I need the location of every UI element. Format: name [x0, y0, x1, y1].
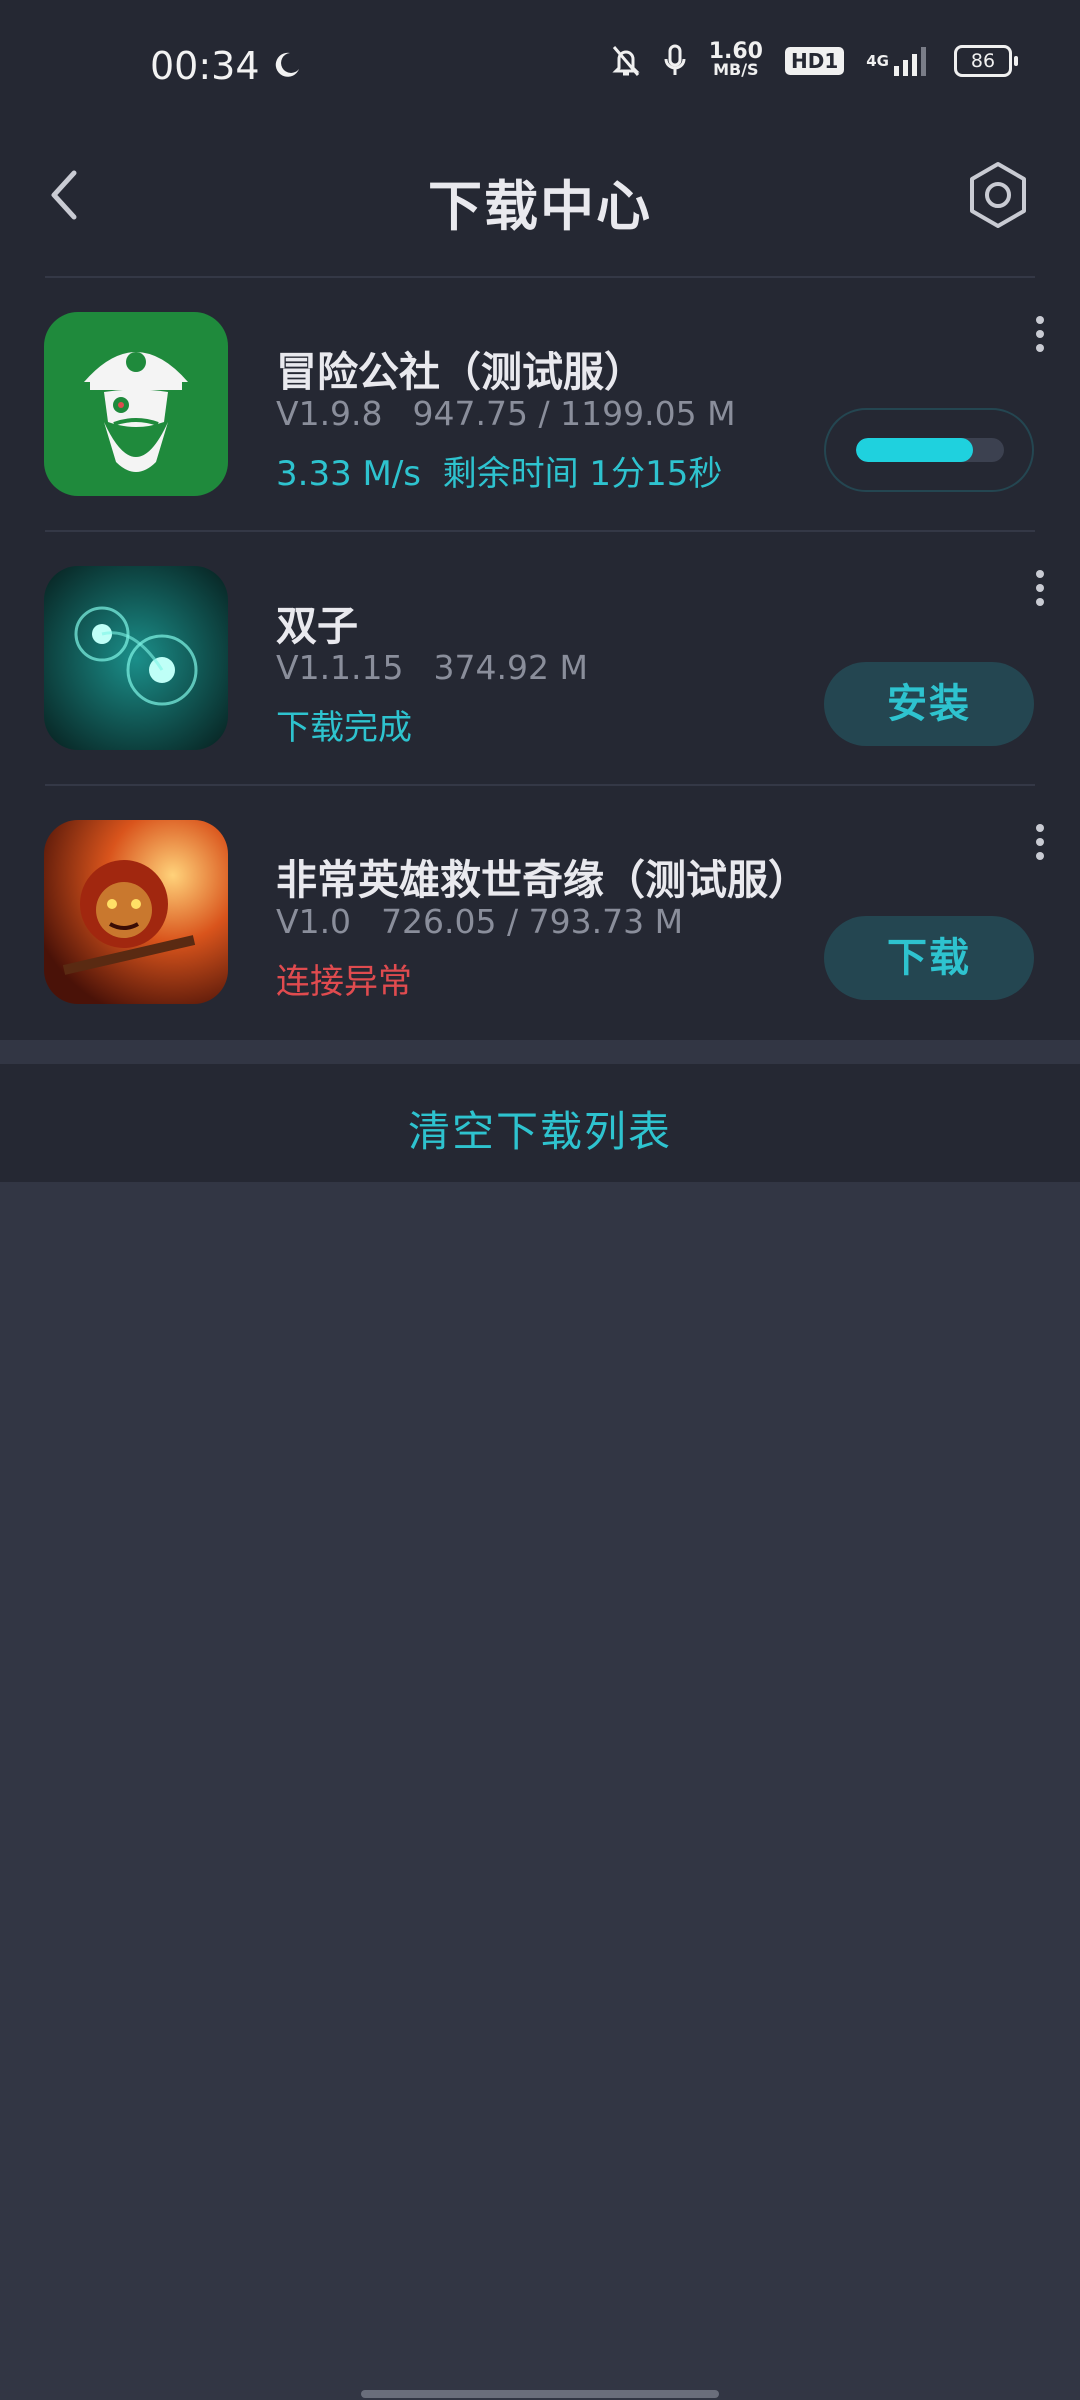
more-options-icon[interactable]: [1034, 570, 1046, 610]
bell-off-icon: [611, 44, 641, 78]
pirate-icon: [44, 312, 228, 496]
progress-fill: [856, 438, 973, 462]
monkey-king-icon: [44, 820, 228, 1004]
net-speed-value: 1.60: [708, 39, 763, 64]
app-name: 非常英雄救世奇缘（测试服）: [276, 856, 809, 904]
signal-icon: 4G: [866, 44, 932, 78]
microphone-icon: [663, 44, 687, 78]
download-item[interactable]: 双子 V1.1.15 374.92 M 下载完成 安装: [0, 530, 1080, 784]
section-gap: [0, 1040, 1080, 1064]
clear-list-label: 清空下载列表: [407, 1107, 672, 1156]
app-meta: V1.0 726.05 / 793.73 M: [276, 902, 683, 941]
progress-track: [856, 438, 1004, 462]
app-header: 下载中心: [0, 130, 1080, 276]
twin-orbs-icon: [44, 566, 228, 750]
app-name: 双子: [276, 602, 358, 650]
app-size: 374.92 M: [433, 648, 588, 687]
net-speed-unit: MB/S: [713, 60, 759, 79]
hd-badge: HD1: [784, 47, 845, 75]
network-type: 4G: [866, 52, 889, 70]
download-status: 3.33 M/s 剩余时间 1分15秒: [276, 454, 723, 494]
settings-gear-icon[interactable]: [966, 160, 1030, 230]
app-size: 947.75 / 1199.05 M: [412, 394, 736, 433]
app-version: V1.1.15: [276, 648, 404, 687]
app-meta: V1.9.8 947.75 / 1199.05 M: [276, 394, 736, 433]
battery-icon: 86: [954, 45, 1018, 77]
app-name: 冒险公社（测试服）: [276, 348, 645, 396]
download-item[interactable]: 冒险公社（测试服） V1.9.8 947.75 / 1199.05 M 3.33 …: [0, 276, 1080, 530]
download-item[interactable]: 非常英雄救世奇缘（测试服） V1.0 726.05 / 793.73 M 连接异常…: [0, 784, 1080, 1038]
clear-list-button[interactable]: 清空下载列表: [0, 1064, 1080, 1182]
net-speed: 1.60 MB/S: [708, 39, 763, 79]
more-options-icon[interactable]: [1034, 316, 1046, 356]
app-version: V1.0: [276, 902, 352, 941]
download-progress-button[interactable]: [824, 408, 1034, 492]
download-status: 连接异常: [276, 962, 412, 1002]
page-title: 下载中心: [428, 175, 652, 238]
more-options-icon[interactable]: [1034, 824, 1046, 864]
install-button[interactable]: 安装: [824, 662, 1034, 746]
status-bar: 00:34 1.60 MB/S HD1 4G 86: [0, 0, 1080, 130]
home-indicator[interactable]: [361, 2390, 719, 2398]
moon-icon: [275, 52, 299, 77]
download-status: 下载完成: [276, 708, 412, 748]
app-meta: V1.1.15 374.92 M: [276, 648, 588, 687]
app-version: V1.9.8: [276, 394, 383, 433]
app-size: 726.05 / 793.73 M: [381, 902, 684, 941]
download-button[interactable]: 下载: [824, 916, 1034, 1000]
status-time: 00:34: [150, 44, 260, 88]
